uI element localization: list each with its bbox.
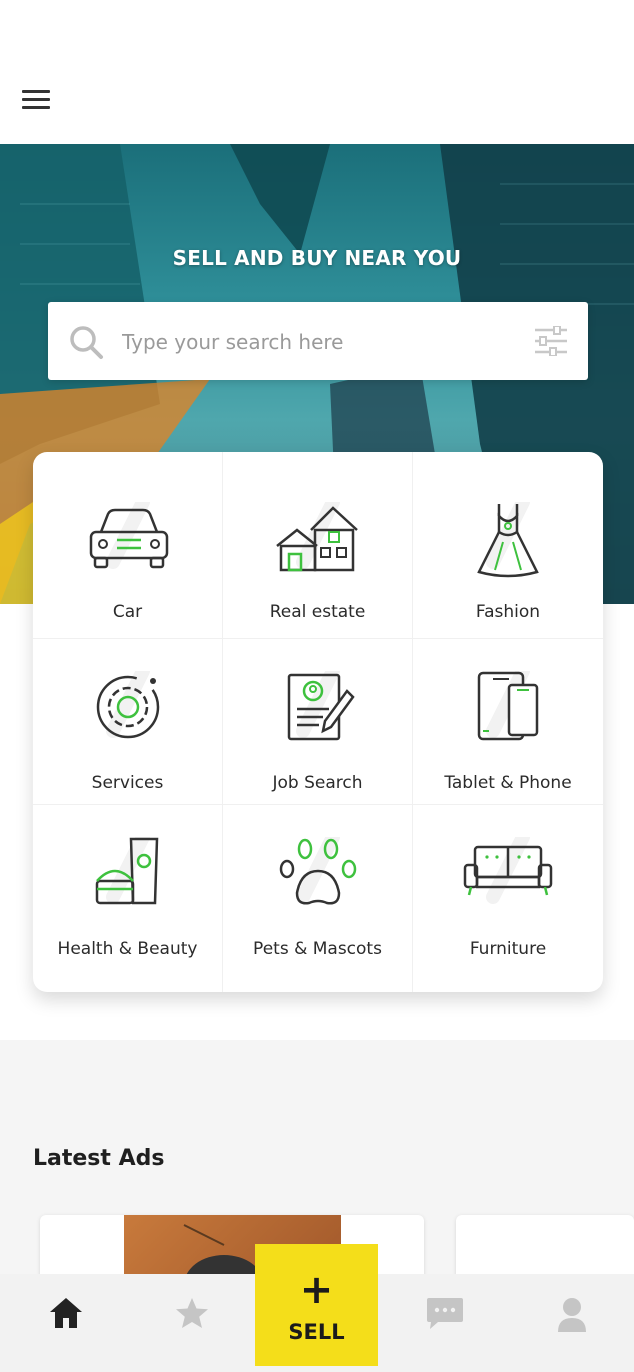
paw-icon: [279, 837, 356, 905]
plus-icon: +: [299, 1267, 334, 1313]
category-label: Pets & Mascots: [253, 939, 382, 959]
category-fashion[interactable]: Fashion: [413, 452, 603, 639]
category-label: Fashion: [475, 602, 541, 622]
sofa-icon: [463, 837, 553, 904]
category-real-estate[interactable]: Real estate: [223, 452, 413, 639]
category-label: Car: [112, 602, 143, 622]
resume-icon: [287, 671, 355, 741]
house-icon: [275, 502, 358, 572]
search-bar: [48, 302, 588, 380]
chat-icon[interactable]: [426, 1296, 464, 1330]
latest-ads-title: Latest Ads: [33, 1146, 165, 1171]
category-pets-mascots[interactable]: Pets & Mascots: [223, 805, 413, 992]
category-label: Job Search: [272, 773, 363, 793]
cosmetics-icon: [95, 837, 158, 905]
category-job-search[interactable]: Job Search: [223, 639, 413, 805]
category-services[interactable]: Services: [33, 639, 223, 805]
category-label: Tablet & Phone: [444, 773, 572, 793]
category-car[interactable]: Car: [33, 452, 223, 639]
search-input[interactable]: [120, 322, 504, 362]
star-icon[interactable]: [175, 1296, 209, 1330]
category-label: Services: [91, 773, 164, 793]
category-label: Health & Beauty: [57, 939, 198, 959]
hamburger-menu-icon[interactable]: [22, 90, 50, 114]
category-health-beauty[interactable]: Health & Beauty: [33, 805, 223, 992]
sliders-filter-icon[interactable]: [534, 326, 568, 356]
category-furniture[interactable]: Furniture: [413, 805, 603, 992]
user-icon[interactable]: [556, 1296, 588, 1334]
sell-label: SELL: [288, 1320, 345, 1344]
car-icon: [89, 502, 168, 569]
search-icon: [70, 326, 103, 359]
gear-icon: [96, 671, 159, 739]
top-app-bar: [0, 70, 634, 144]
category-label: Furniture: [469, 939, 547, 959]
devices-icon: [477, 671, 539, 741]
category-tablet-phone[interactable]: Tablet & Phone: [413, 639, 603, 805]
hero-title: SELL AND BUY NEAR YOU: [172, 246, 462, 270]
dress-icon: [477, 502, 539, 578]
sell-button[interactable]: + SELL: [255, 1244, 378, 1366]
category-label: Real estate: [269, 602, 366, 622]
home-icon[interactable]: [48, 1296, 84, 1330]
categories-card: Car Real estate Fashion Services Job Sea…: [33, 452, 603, 992]
